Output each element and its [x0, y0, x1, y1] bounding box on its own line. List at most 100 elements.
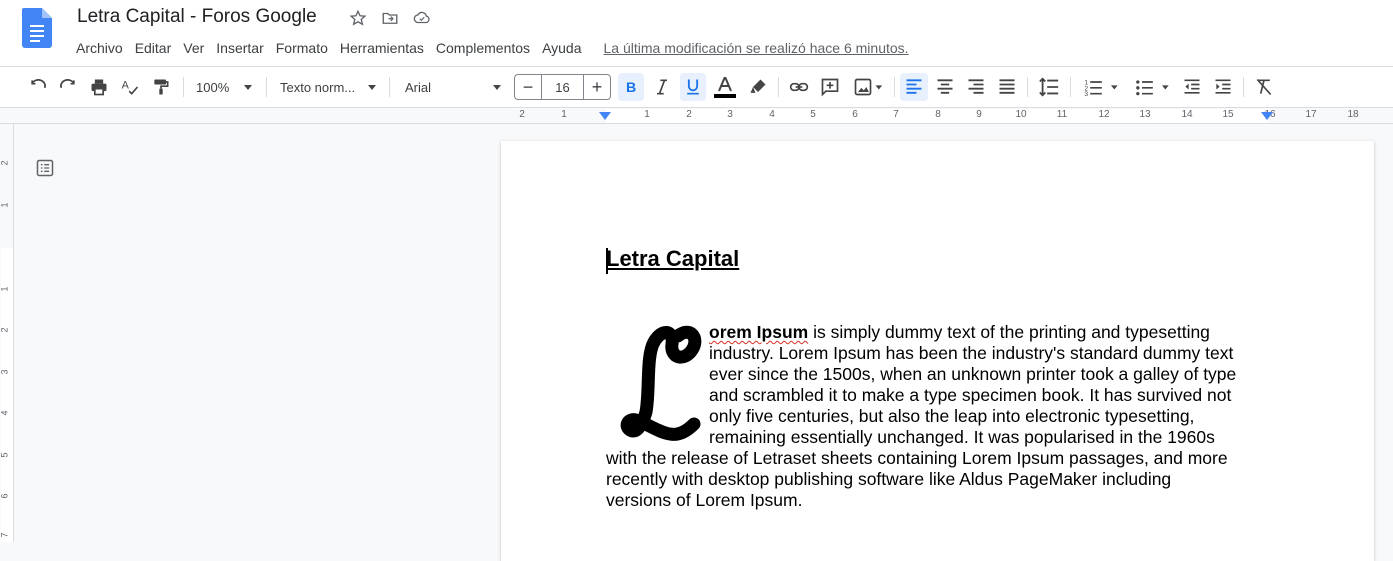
text-cursor — [606, 248, 608, 274]
menu-insertar[interactable]: Insertar — [210, 38, 269, 58]
zoom-value: 100% — [196, 79, 230, 95]
redo-icon[interactable] — [56, 73, 80, 101]
chevron-down-icon — [244, 85, 252, 90]
clear-formatting-icon[interactable] — [1250, 73, 1278, 101]
bulleted-list-icon[interactable] — [1129, 73, 1175, 101]
font-size-increase-button[interactable]: + — [584, 75, 610, 99]
left-indent-marker[interactable] — [599, 112, 611, 120]
right-indent-marker[interactable] — [1261, 112, 1273, 120]
text-line: only five centuries, but also the leap i… — [709, 406, 1195, 426]
text-color-button[interactable] — [711, 73, 739, 101]
zoom-select[interactable]: 100% — [196, 73, 258, 101]
style-select[interactable]: Texto norm... — [280, 73, 380, 101]
numbered-list-icon[interactable]: 123 — [1078, 73, 1124, 101]
insert-link-icon[interactable] — [786, 73, 812, 101]
font-value: Arial — [405, 79, 432, 95]
ruler-label: 5 — [0, 452, 10, 458]
font-size-input[interactable]: 16 — [541, 75, 584, 99]
bold-text: orem Ipsum — [709, 322, 809, 342]
align-left-button[interactable] — [900, 73, 928, 101]
ruler-label: 1 — [644, 109, 650, 120]
decrease-indent-icon[interactable] — [1178, 73, 1206, 101]
text-line: industry. Lorem Ipsum has been the indus… — [709, 343, 1234, 363]
spellcheck-icon[interactable]: A — [118, 73, 142, 101]
ruler-label: 15 — [1222, 109, 1234, 120]
insert-comment-icon[interactable] — [817, 73, 843, 101]
document-title[interactable]: Letra Capital - Foros Google — [77, 6, 317, 28]
top-bar: Letra Capital - Foros Google Archivo Edi… — [0, 0, 1393, 66]
document-heading[interactable]: Letra Capital — [606, 246, 739, 272]
bold-button[interactable]: B — [618, 73, 644, 101]
paint-format-icon[interactable] — [149, 73, 173, 101]
text-line: orem Ipsum is simply dummy text of the p… — [606, 322, 1266, 343]
insert-image-icon[interactable] — [848, 73, 888, 101]
text-span: is simply dummy text of the printing and… — [808, 322, 1210, 342]
ruler-label: 3 — [727, 109, 733, 120]
ruler-label: 7 — [0, 532, 10, 538]
font-select[interactable]: Arial — [405, 73, 505, 101]
font-size-decrease-button[interactable]: − — [515, 75, 541, 99]
horizontal-ruler[interactable]: 2 1 1 2 3 4 5 6 7 8 9 10 11 12 13 14 15 … — [0, 108, 1393, 124]
menu-editar[interactable]: Editar — [129, 38, 178, 58]
last-modified-link[interactable]: La última modificación se realizó hace 6… — [598, 38, 915, 58]
text-line: ever since the 1500s, when an unknown pr… — [709, 364, 1237, 384]
menu-formato[interactable]: Formato — [270, 38, 334, 58]
cloud-saved-icon[interactable] — [412, 8, 432, 28]
menu-complementos[interactable]: Complementos — [430, 38, 536, 58]
ruler-label: 6 — [0, 493, 10, 499]
ruler-label: 3 — [0, 369, 10, 375]
move-folder-icon[interactable] — [380, 8, 400, 28]
svg-text:B: B — [626, 80, 636, 96]
print-icon[interactable] — [87, 73, 111, 101]
ruler-label: 4 — [769, 109, 775, 120]
ruler-label: 10 — [1015, 109, 1027, 120]
docs-logo-icon[interactable] — [22, 8, 52, 48]
italic-button[interactable] — [649, 73, 675, 101]
menu-bar: Archivo Editar Ver Insertar Formato Herr… — [70, 38, 915, 58]
align-right-button[interactable] — [962, 73, 990, 101]
body-paragraph[interactable]: orem Ipsum is simply dummy text of the p… — [606, 322, 1266, 511]
undo-icon[interactable] — [26, 73, 50, 101]
svg-text:A: A — [122, 80, 130, 92]
ruler-label: 12 — [1098, 109, 1110, 120]
ruler-label: 17 — [1305, 109, 1317, 120]
ruler-label: 5 — [810, 109, 816, 120]
text-line: recently with desktop publishing softwar… — [606, 469, 1172, 489]
ruler-label: 1 — [0, 202, 10, 208]
style-value: Texto norm... — [280, 79, 356, 95]
ruler-label: 9 — [976, 109, 982, 120]
highlight-color-icon[interactable] — [745, 73, 771, 101]
text-line: remaining essentially unchanged. It was … — [709, 427, 1215, 447]
document-outline-icon[interactable] — [35, 158, 55, 178]
ruler-label: 11 — [1056, 109, 1068, 120]
ruler-label: 14 — [1181, 109, 1193, 120]
menu-herramientas[interactable]: Herramientas — [334, 38, 430, 58]
align-center-button[interactable] — [931, 73, 959, 101]
menu-ayuda[interactable]: Ayuda — [536, 38, 587, 58]
ruler-label: 2 — [0, 160, 10, 166]
ruler-label: 2 — [0, 327, 10, 333]
ruler-label: 1 — [0, 286, 10, 292]
justify-button[interactable] — [993, 73, 1021, 101]
svg-text:3: 3 — [1084, 91, 1088, 97]
menu-archivo[interactable]: Archivo — [70, 38, 129, 58]
ruler-label: 1 — [561, 109, 567, 120]
ruler-label: 7 — [893, 109, 899, 120]
ruler-label: 4 — [0, 410, 10, 416]
text-line: and scrambled it to make a type specimen… — [709, 385, 1232, 405]
ruler-label: 18 — [1347, 109, 1359, 120]
chevron-down-icon — [493, 85, 501, 90]
line-spacing-icon[interactable] — [1035, 73, 1063, 101]
star-icon[interactable] — [348, 8, 368, 28]
ruler-label: 2 — [686, 109, 692, 120]
chevron-down-icon — [368, 85, 376, 90]
font-size-stepper: − 16 + — [514, 74, 611, 100]
increase-indent-icon[interactable] — [1209, 73, 1237, 101]
text-line: with the release of Letraset sheets cont… — [606, 448, 1228, 468]
toolbar: A 100% Texto norm... Arial − 16 + B 1 2 … — [0, 66, 1393, 108]
menu-ver[interactable]: Ver — [177, 38, 210, 58]
ruler-label: 13 — [1139, 109, 1151, 120]
underline-button[interactable] — [680, 73, 706, 101]
ruler-label: 6 — [852, 109, 858, 120]
ruler-label: 2 — [519, 109, 525, 120]
